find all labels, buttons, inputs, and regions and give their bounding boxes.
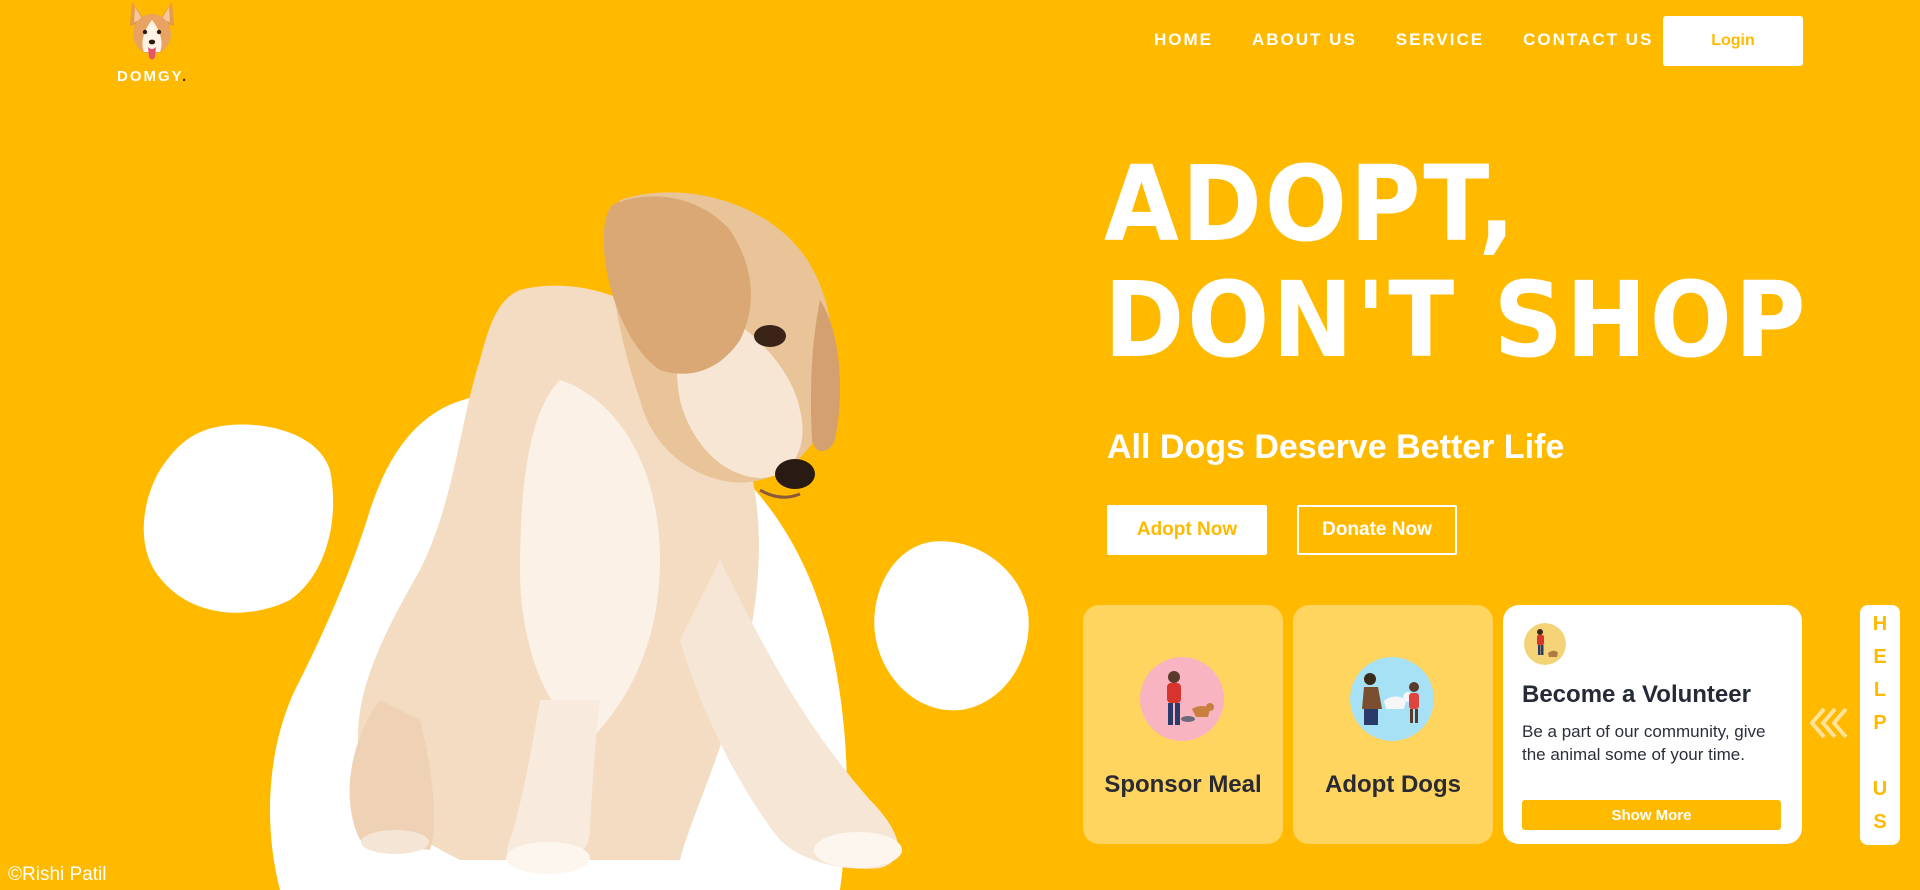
sponsor-meal-illustration-icon — [1140, 657, 1224, 741]
volunteer-avatar-icon — [1524, 623, 1566, 665]
chevrons-left-icon[interactable] — [1810, 705, 1854, 741]
help-letter: L — [1873, 679, 1887, 701]
nav-about-us[interactable]: ABOUT US — [1252, 30, 1357, 50]
sponsor-meal-label: Sponsor Meal — [1104, 771, 1262, 798]
help-us-tab[interactable]: H E L P U S — [1860, 605, 1900, 845]
hero-tagline: All Dogs Deserve Better Life — [1107, 428, 1565, 466]
show-more-button[interactable]: Show More — [1522, 800, 1781, 830]
help-letter: H — [1872, 613, 1888, 635]
help-letter: S — [1873, 811, 1887, 833]
hero-title: ADOPT, DON'T SHOP — [1104, 146, 1808, 378]
volunteer-title: Become a Volunteer — [1522, 681, 1751, 708]
login-button[interactable]: Login — [1663, 16, 1803, 66]
adopt-dogs-illustration-icon — [1350, 657, 1434, 741]
nav-home[interactable]: HOME — [1154, 30, 1213, 50]
main-nav: HOME ABOUT US SERVICE CONTACT US — [1154, 30, 1653, 50]
help-letter: U — [1872, 778, 1888, 800]
donate-now-button[interactable]: Donate Now — [1297, 505, 1457, 555]
adopt-dogs-label: Adopt Dogs — [1325, 771, 1461, 798]
right-blob — [874, 541, 1029, 711]
volunteer-card: Become a Volunteer Be a part of our comm… — [1503, 605, 1802, 844]
help-letter: E — [1873, 646, 1887, 668]
adopt-dogs-card[interactable]: Adopt Dogs — [1293, 605, 1493, 844]
footer-credit: ©Rishi Patil — [8, 864, 107, 885]
volunteer-description: Be a part of our community, give the ani… — [1522, 722, 1766, 764]
left-blob — [143, 424, 334, 613]
hero-illustration — [143, 192, 1029, 890]
hero-title-line2: DON'T SHOP — [1104, 259, 1809, 381]
nav-contact-us[interactable]: CONTACT US — [1523, 30, 1653, 50]
sponsor-meal-card[interactable]: Sponsor Meal — [1083, 605, 1283, 844]
adopt-now-button[interactable]: Adopt Now — [1107, 505, 1267, 555]
help-letter: P — [1873, 712, 1887, 734]
hero-title-line1: ADOPT, — [1104, 143, 1518, 265]
nav-service[interactable]: SERVICE — [1396, 30, 1484, 50]
